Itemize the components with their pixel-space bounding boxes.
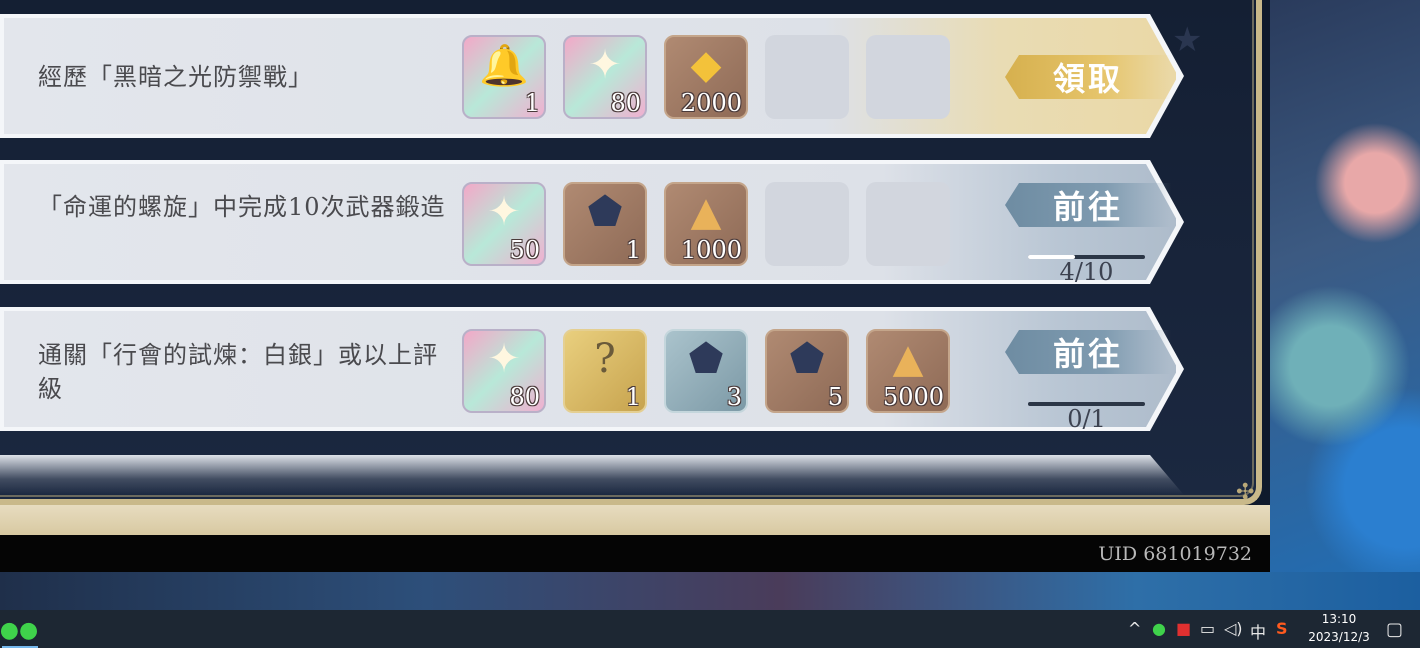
empty-reward-slot (765, 182, 849, 266)
reward-qty: 1000 (680, 236, 742, 264)
progress-text: 4/10 (1059, 258, 1114, 286)
go-button[interactable]: 前往 (1005, 330, 1171, 374)
progress-text: 0/1 (1067, 405, 1106, 433)
gold-pile-icon: ▲ (690, 189, 722, 235)
panel-frame-strip (0, 505, 1270, 535)
taskbar: ●● ^ ● ■ ▭ ◁) 中 S 13:10 2023/12/3 ▢ (0, 610, 1420, 648)
reward-slot[interactable]: ▲ 5000 (866, 329, 950, 413)
empty-reward-slot (866, 182, 950, 266)
reward-qty: 5 (827, 383, 843, 411)
wechat-tray-icon[interactable]: ● (1152, 619, 1166, 638)
dark-ore-icon: ⬟ (587, 189, 623, 235)
gold-ingot-icon: ◆ (690, 42, 722, 88)
reward-slot[interactable]: ▲ 1000 (664, 182, 748, 266)
reward-qty: 1 (524, 89, 540, 117)
reward-slot[interactable]: 🔔 1 (462, 35, 546, 119)
reward-slot[interactable]: ◆ 2000 (664, 35, 748, 119)
uid-label: UID 681019732 (1098, 543, 1252, 565)
mystery-weapon-icon: ? (594, 336, 616, 382)
reward-slot[interactable]: ✦ 80 (563, 35, 647, 119)
reward-slot[interactable]: ? 1 (563, 329, 647, 413)
desktop-wallpaper-strip (0, 572, 1420, 610)
quest-title: 經歷「黑暗之光防禦戰」 (38, 63, 313, 91)
star-crystal-icon: ✦ (487, 189, 521, 235)
desktop-wallpaper (1270, 0, 1420, 610)
claim-button[interactable]: 領取 (1005, 55, 1171, 99)
star-decoration-icon: ★ (1172, 20, 1203, 60)
quest-title: 「命運的螺旋」中完成10次武器鍛造 (38, 193, 446, 221)
bell-lantern-icon: 🔔 (479, 42, 529, 89)
gold-pile-icon: ▲ (892, 336, 924, 382)
clock-time[interactable]: 13:10 (1318, 612, 1360, 626)
status-bar: UID 681019732 (0, 535, 1270, 572)
notification-icon[interactable]: ▢ (1386, 619, 1403, 640)
reward-slot[interactable]: ⬟ 5 (765, 329, 849, 413)
wechat-icon[interactable]: ●● (0, 616, 38, 644)
security-tray-icon[interactable]: ■ (1176, 619, 1191, 638)
star-crystal-icon: ✦ (588, 42, 622, 88)
go-button[interactable]: 前往 (1005, 183, 1171, 227)
reward-qty: 5000 (882, 383, 944, 411)
reward-qty: 1 (625, 236, 641, 264)
reward-slot[interactable]: ✦ 50 (462, 182, 546, 266)
volume-icon[interactable]: ◁) (1224, 619, 1243, 638)
clock-date[interactable]: 2023/12/3 (1304, 630, 1374, 644)
star-crystal-icon: ✦ (487, 336, 521, 382)
quest-panel: ★ 經歷「黑暗之光防禦戰」 🔔 1 ✦ 80 ◆ 2000 領取 「命運的螺旋」… (0, 0, 1262, 505)
reward-slot[interactable]: ⬟ 3 (664, 329, 748, 413)
ime-indicator[interactable]: 中 (1250, 619, 1266, 643)
reward-qty: 1 (625, 383, 641, 411)
reward-slot[interactable]: ⬟ 1 (563, 182, 647, 266)
dark-ore-icon: ⬟ (789, 336, 825, 382)
reward-slot[interactable]: ✦ 80 (462, 329, 546, 413)
quest-row-partial (0, 455, 1184, 495)
empty-reward-slot (765, 35, 849, 119)
reward-qty: 80 (610, 89, 641, 117)
dark-ore-icon: ⬟ (688, 336, 724, 382)
sogou-ime-icon[interactable]: S (1276, 619, 1288, 638)
reward-qty: 2000 (680, 89, 742, 117)
show-hidden-icons-icon[interactable]: ^ (1128, 619, 1141, 638)
reward-qty: 80 (509, 383, 540, 411)
game-window: ★ 經歷「黑暗之光防禦戰」 🔔 1 ✦ 80 ◆ 2000 領取 「命運的螺旋」… (0, 0, 1270, 572)
reward-qty: 50 (509, 236, 540, 264)
reward-qty: 3 (726, 383, 742, 411)
quest-title: 通關「行會的試煉：白銀」或以上評級 (38, 341, 438, 403)
empty-reward-slot (866, 35, 950, 119)
corner-ornament-icon: ✣ (1236, 480, 1255, 505)
network-icon[interactable]: ▭ (1200, 619, 1215, 638)
